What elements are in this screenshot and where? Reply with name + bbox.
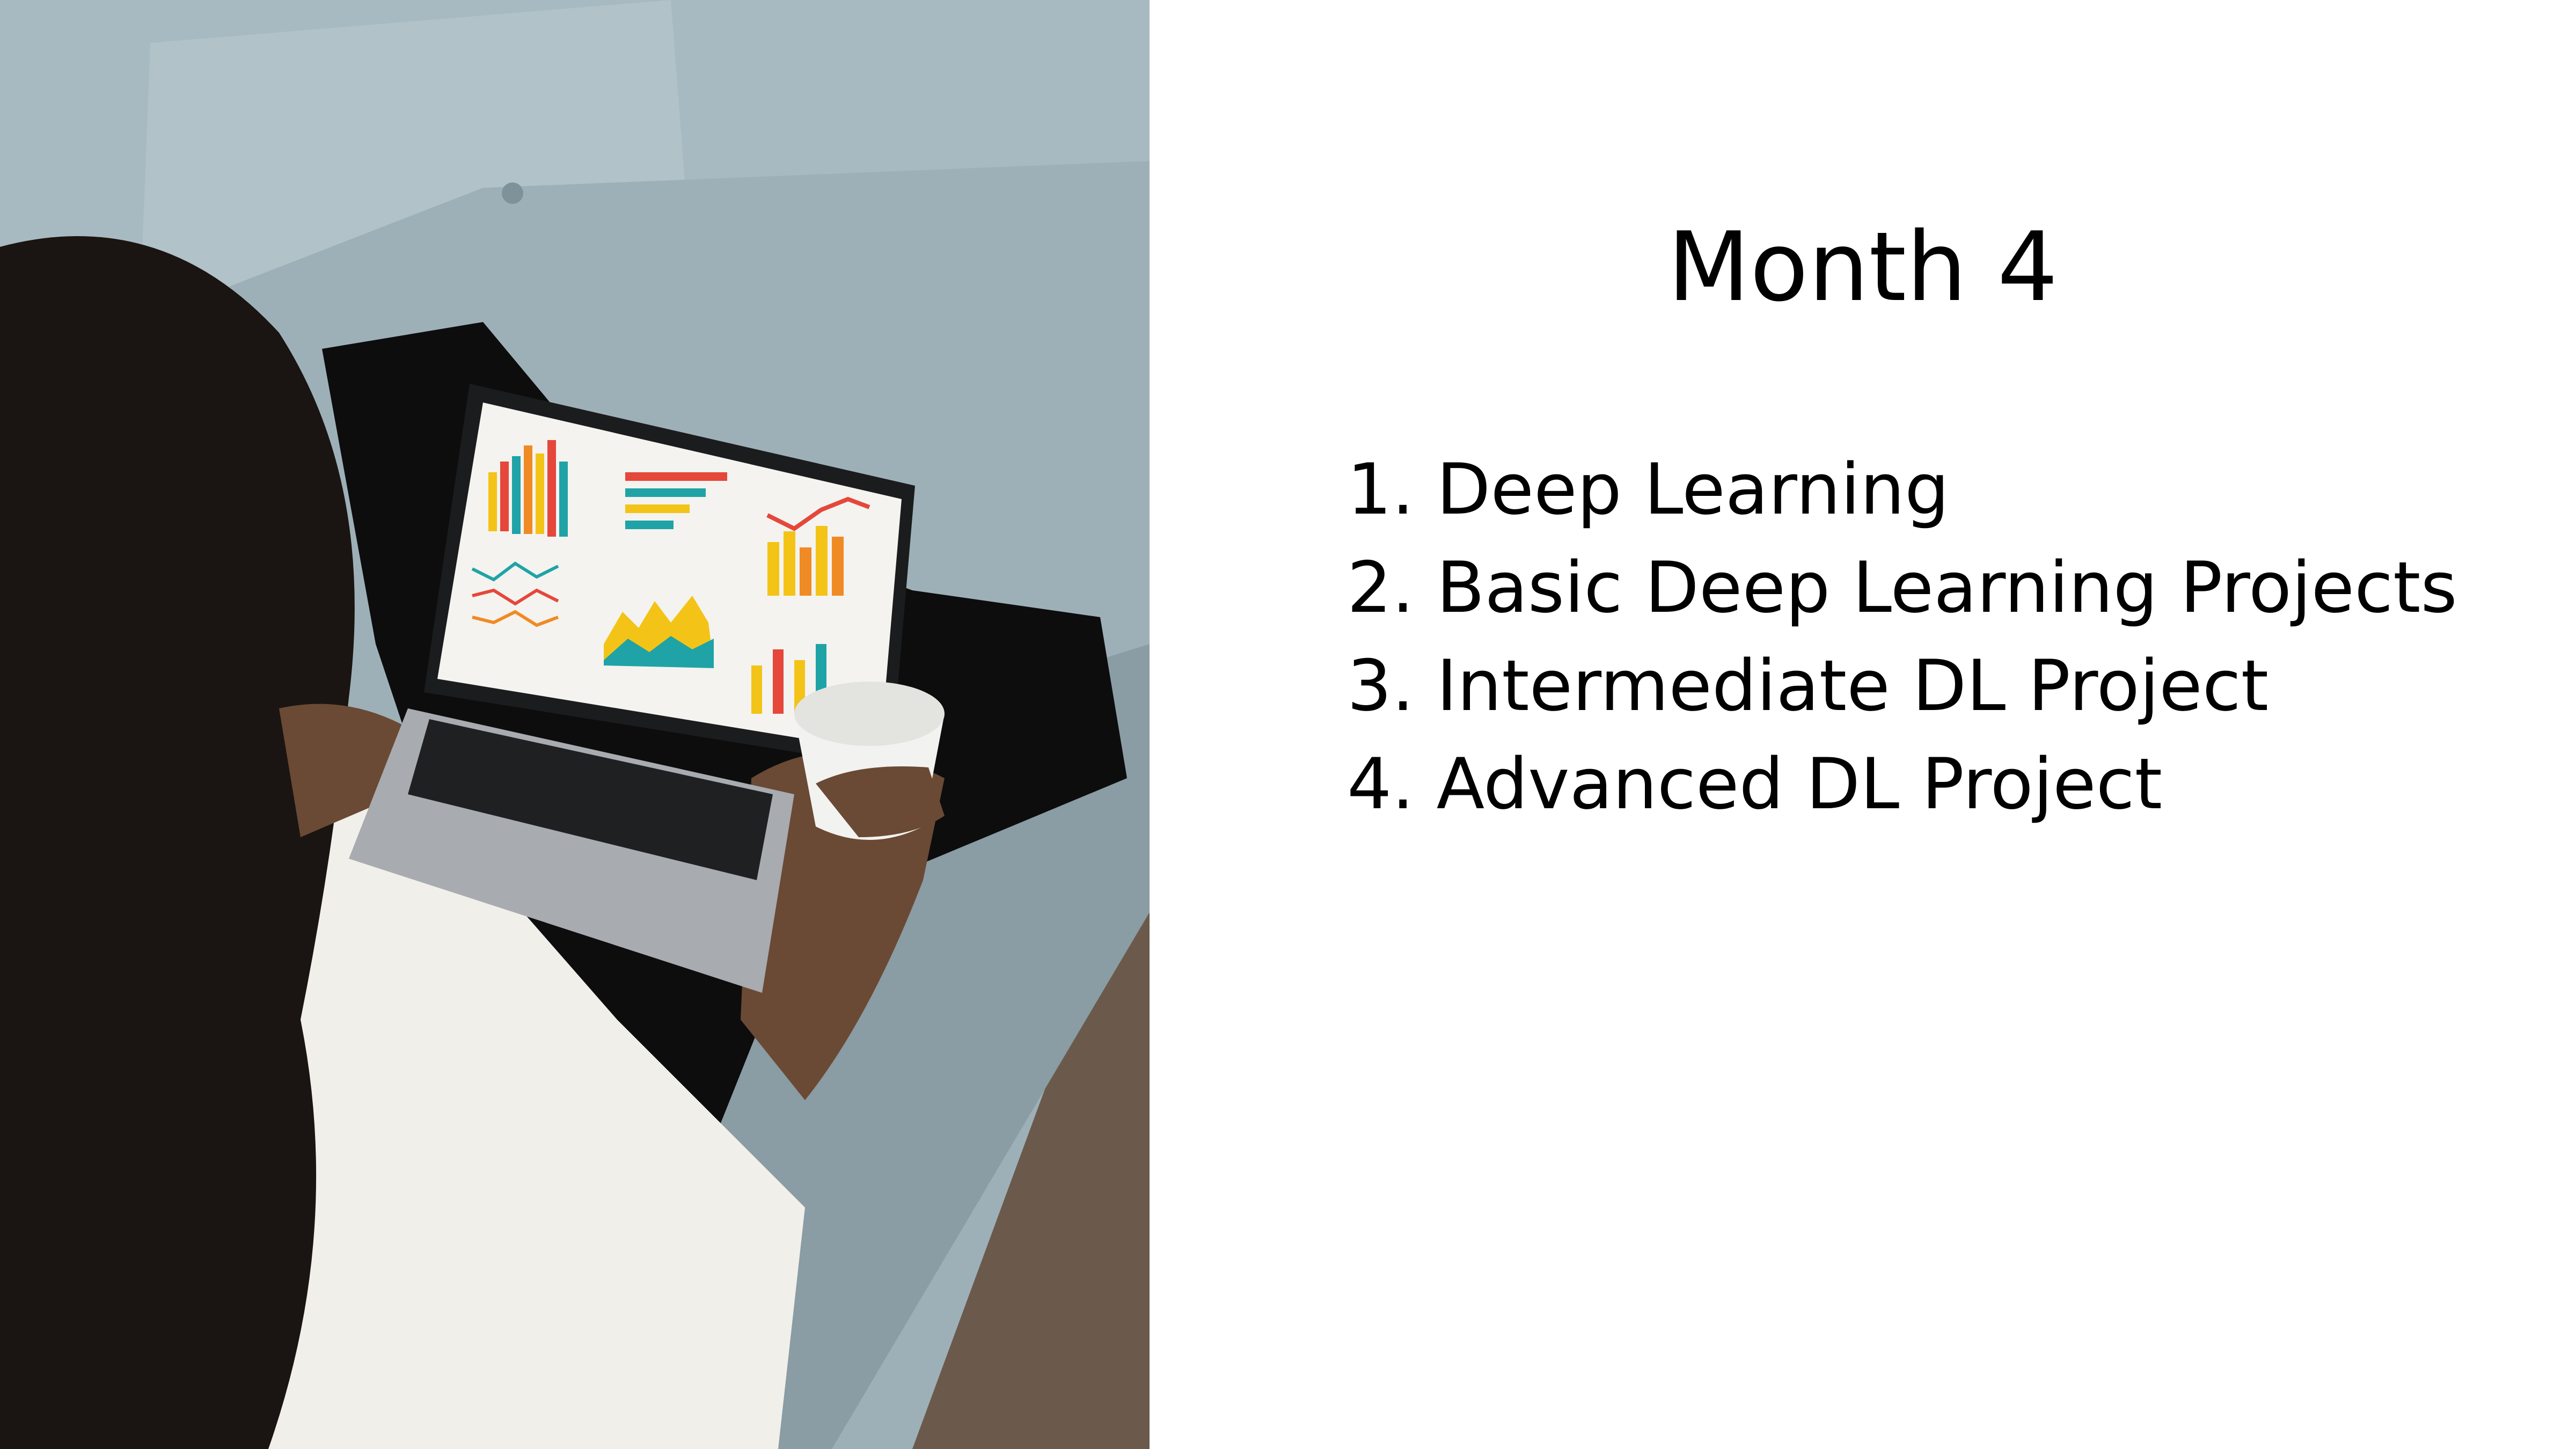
hair xyxy=(0,236,355,1449)
agenda-item-1: 1. Deep Learning xyxy=(1347,448,1950,530)
coffee-cup-lid xyxy=(794,682,945,746)
laptop-user-photo xyxy=(0,0,1150,1449)
slide-title: Month 4 xyxy=(1667,211,2058,323)
sofa-button xyxy=(502,182,523,204)
agenda-item-4: 4. Advanced DL Project xyxy=(1347,743,2163,825)
agenda-list: 1. Deep Learning 2. Basic Deep Learning … xyxy=(1347,440,2457,833)
photo-panel xyxy=(0,0,1150,1449)
text-panel: Month 4 1. Deep Learning 2. Basic Deep L… xyxy=(1150,0,2576,1449)
agenda-item-3: 3. Intermediate DL Project xyxy=(1347,645,2269,727)
agenda-item-2: 2. Basic Deep Learning Projects xyxy=(1347,546,2457,628)
